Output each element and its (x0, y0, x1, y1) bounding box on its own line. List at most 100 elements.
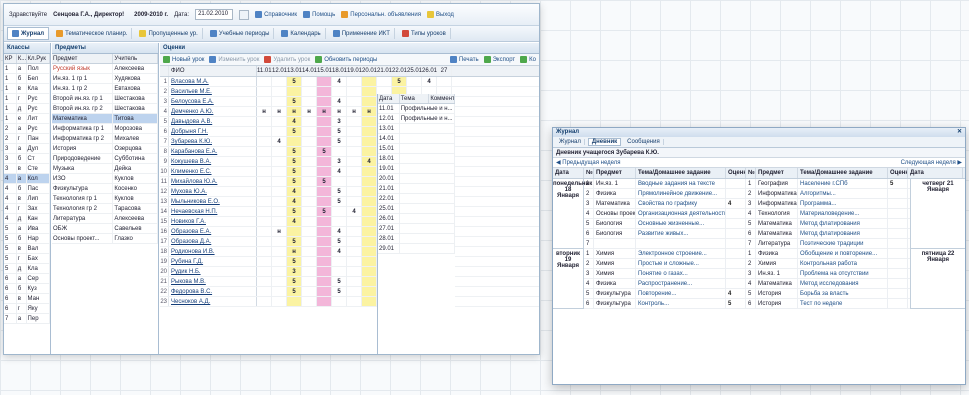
tab-5[interactable]: Применение ИКТ (329, 28, 395, 39)
grade-cell[interactable] (317, 217, 332, 226)
class-row[interactable]: 4 а Кол (4, 174, 50, 184)
grade-cell[interactable] (272, 167, 287, 176)
grade-cell[interactable] (302, 217, 317, 226)
grade-cell[interactable] (362, 207, 377, 216)
student-name[interactable]: Нечаевская Н.П. (169, 207, 257, 216)
grade-cell[interactable] (257, 287, 272, 296)
help-link[interactable]: Помощь (303, 11, 335, 18)
grade-cell[interactable] (347, 117, 362, 126)
grade-cell[interactable] (257, 217, 272, 226)
class-row[interactable]: 6 а Сер (4, 274, 50, 284)
grade-cell[interactable] (362, 297, 377, 306)
grade-cell[interactable] (317, 117, 332, 126)
student-name[interactable]: Мухова Ю.А. (169, 187, 257, 196)
tab-2[interactable]: Пропущенные ур. (135, 28, 203, 39)
grade-cell[interactable] (257, 147, 272, 156)
grade-cell[interactable] (272, 297, 287, 306)
student-name[interactable]: Васильев М.Е. (169, 87, 257, 96)
date-header[interactable]: 19.01 (347, 66, 362, 76)
grade-cell[interactable]: 5 (332, 137, 347, 146)
student-name[interactable]: Образова Д.А. (169, 237, 257, 246)
grade-cell[interactable]: н (272, 227, 287, 236)
class-row[interactable]: 5 б Нар (4, 234, 50, 244)
date-header[interactable]: 20.01 (362, 66, 377, 76)
grade-cell[interactable] (407, 77, 422, 86)
grade-cell[interactable] (302, 277, 317, 286)
grade-cell[interactable] (272, 147, 287, 156)
subject-row[interactable]: Технология гр 2 Тарасова (52, 204, 158, 214)
grade-cell[interactable] (377, 77, 392, 86)
grade-cell[interactable] (272, 267, 287, 276)
grade-cell[interactable] (347, 127, 362, 136)
grade-cell[interactable]: 4 (362, 157, 377, 166)
subject-row[interactable]: Информатика гр 2 Михалев (52, 134, 158, 144)
grade-cell[interactable] (317, 297, 332, 306)
grade-cell[interactable] (257, 97, 272, 106)
date-header[interactable]: 14.01 (302, 66, 317, 76)
calendar-picker-icon[interactable] (239, 9, 250, 20)
grade-cell[interactable]: 3 (332, 157, 347, 166)
subject-row[interactable]: ОБЖ Савельев (52, 224, 158, 234)
grade-cell[interactable] (302, 127, 317, 136)
grade-cell[interactable] (317, 197, 332, 206)
grade-cell[interactable] (362, 287, 377, 296)
grade-cell[interactable] (347, 237, 362, 246)
grade-cell[interactable]: 5 (332, 197, 347, 206)
grade-cell[interactable] (287, 87, 302, 96)
grade-cell[interactable] (347, 137, 362, 146)
grade-cell[interactable]: н (317, 107, 332, 116)
date-header[interactable]: 12.01 (272, 66, 287, 76)
grade-cell[interactable] (272, 187, 287, 196)
date-header[interactable]: 15.01 (317, 66, 332, 76)
grade-cell[interactable] (317, 137, 332, 146)
class-row[interactable]: 6 б Куз (4, 284, 50, 294)
grade-cell[interactable]: 5 (332, 237, 347, 246)
class-row[interactable]: 2 а Рус (4, 124, 50, 134)
student-name[interactable]: Федорова В.С. (169, 287, 257, 296)
subject-row[interactable]: Технология гр 1 Куклов (52, 194, 158, 204)
grade-cell[interactable]: н (272, 107, 287, 116)
grade-cell[interactable] (347, 287, 362, 296)
grade-cell[interactable]: 5 (392, 77, 407, 86)
grade-cell[interactable] (362, 277, 377, 286)
grade-cell[interactable]: н (257, 107, 272, 116)
lesson-row[interactable]: 13.01 (378, 124, 455, 134)
lesson-row[interactable]: 11.01 Профильные и н... (378, 104, 455, 114)
grade-cell[interactable] (287, 297, 302, 306)
grade-cell[interactable]: 5 (287, 237, 302, 246)
tab-1[interactable]: Тематическое планир. (52, 28, 133, 39)
class-row[interactable]: 1 в Кла (4, 84, 50, 94)
grade-cell[interactable] (257, 227, 272, 236)
class-row[interactable]: 3 а Дул (4, 144, 50, 154)
class-row[interactable]: 3 б Ст (4, 154, 50, 164)
school-year[interactable]: 2009-2010 г. (134, 12, 168, 18)
grade-cell[interactable] (302, 167, 317, 176)
grade-cell[interactable] (362, 217, 377, 226)
grade-cell[interactable] (302, 97, 317, 106)
reference-link[interactable]: Справочник (255, 11, 297, 18)
class-row[interactable]: 2 г Пан (4, 134, 50, 144)
grade-cell[interactable] (272, 87, 287, 96)
grade-cell[interactable]: н (332, 107, 347, 116)
grade-cell[interactable]: 4 (332, 227, 347, 236)
grade-cell[interactable] (362, 187, 377, 196)
tab-6[interactable]: Типы уроков (398, 28, 451, 39)
grade-cell[interactable] (272, 157, 287, 166)
grade-cell[interactable] (302, 237, 317, 246)
grade-cell[interactable] (302, 207, 317, 216)
grade-cell[interactable] (362, 177, 377, 186)
subject-row[interactable]: Ин.яз. 1 гр 1 Худякова (52, 74, 158, 84)
grade-cell[interactable] (317, 247, 332, 256)
lesson-row[interactable]: 26.01 (378, 214, 455, 224)
class-row[interactable]: 3 в Сте (4, 164, 50, 174)
grade-cell[interactable] (362, 147, 377, 156)
diary-tab-0[interactable]: Журнал (556, 139, 585, 145)
subject-row[interactable]: Литература Алексеева (52, 214, 158, 224)
announcements-link[interactable]: Персональн. объявления (341, 11, 421, 18)
class-row[interactable]: 6 г Яку (4, 304, 50, 314)
student-name[interactable]: Белоусова Е.А. (169, 97, 257, 106)
subject-row[interactable]: Основы проект... Глазко (52, 234, 158, 244)
grade-cell[interactable] (272, 247, 287, 256)
comment-button[interactable]: Ко (520, 56, 536, 63)
student-name[interactable]: Давыдова А.В. (169, 117, 257, 126)
